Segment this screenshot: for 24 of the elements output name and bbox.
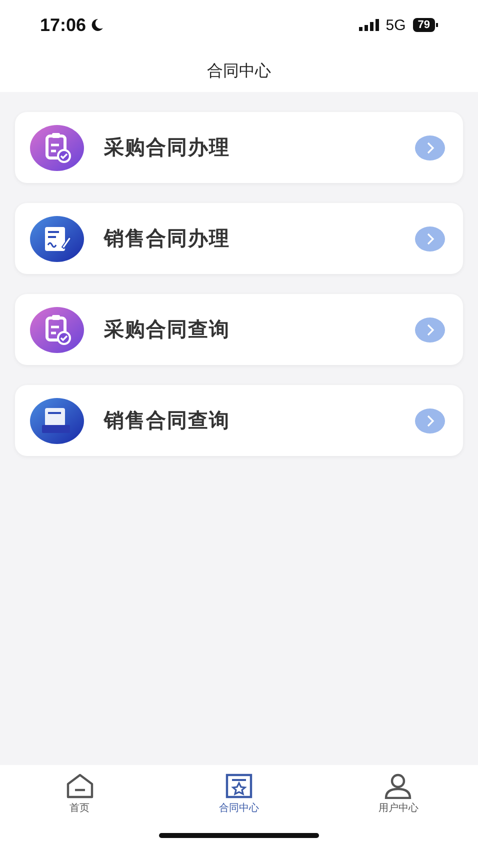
chevron-right-icon bbox=[415, 408, 445, 434]
battery-indicator: 79 bbox=[412, 18, 435, 32]
home-icon bbox=[64, 773, 95, 799]
menu-card[interactable]: 采购合同查询 bbox=[15, 294, 463, 365]
menu-card[interactable]: 采购合同办理 bbox=[15, 112, 463, 183]
chevron-right-icon bbox=[415, 134, 445, 160]
signature-document-icon bbox=[29, 214, 85, 262]
user-icon bbox=[383, 773, 414, 799]
clipboard-check-icon bbox=[29, 306, 85, 354]
chevron-right-icon bbox=[415, 226, 445, 252]
tab-item[interactable]: 首页 bbox=[40, 773, 120, 825]
menu-card[interactable]: 销售合同办理 bbox=[15, 203, 463, 274]
menu-card[interactable]: 销售合同查询 bbox=[15, 385, 463, 456]
tab-item[interactable]: 合同中心 bbox=[198, 773, 279, 825]
clipboard-check-icon bbox=[29, 124, 85, 172]
document-icon bbox=[29, 396, 85, 444]
signal-icon bbox=[358, 19, 379, 31]
network-label: 5G bbox=[386, 16, 406, 34]
chevron-right-icon bbox=[415, 316, 445, 342]
clock-time: 17:06 bbox=[40, 14, 86, 36]
tab-item[interactable]: 用户中心 bbox=[358, 773, 438, 825]
moon-icon bbox=[90, 18, 104, 32]
star-document-icon bbox=[224, 773, 254, 799]
page-title: 合同中心 bbox=[207, 60, 271, 82]
